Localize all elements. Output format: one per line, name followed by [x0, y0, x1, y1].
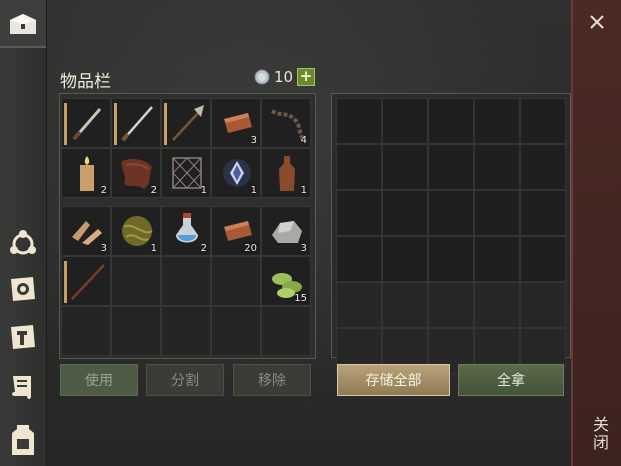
inventory-slot-empty[interactable] [111, 256, 161, 306]
hammer-map-icon [11, 325, 35, 349]
silver-coin-icon [254, 69, 270, 85]
item-count: 1 [300, 185, 307, 196]
inventory-slot[interactable] [61, 98, 111, 148]
use-button[interactable]: 使用 [60, 364, 138, 396]
item-count: 1 [200, 185, 207, 196]
tab-chest[interactable] [0, 0, 46, 48]
item-count: 2 [150, 185, 157, 196]
storage-slot[interactable] [474, 282, 520, 328]
storage-slot[interactable] [428, 98, 474, 144]
close-panel[interactable]: 关闭 [571, 0, 621, 466]
storage-slot[interactable] [520, 282, 566, 328]
tab-crafting[interactable] [2, 222, 44, 264]
item-count: 1 [150, 243, 157, 254]
inventory-slot[interactable]: 4 [261, 98, 311, 148]
storage-slot[interactable] [382, 98, 428, 144]
inventory-slot-empty[interactable] [211, 306, 261, 356]
inventory-slot-empty[interactable] [261, 306, 311, 356]
storage-slot[interactable] [428, 282, 474, 328]
item-count: 1 [250, 185, 257, 196]
item-count: 4 [300, 135, 307, 146]
item-count: 20 [244, 243, 257, 254]
long-sword-icon [121, 106, 153, 142]
inventory-slot[interactable]: 2 [111, 148, 161, 198]
inventory-title: 物品栏 [60, 72, 111, 92]
inventory-slot-empty[interactable] [61, 306, 111, 356]
item-count: 2 [200, 243, 207, 254]
side-tab-rail [0, 0, 47, 466]
staff-icon [71, 264, 105, 300]
durability-bar [64, 103, 67, 145]
tab-backpack[interactable] [2, 418, 44, 460]
storage-slot[interactable] [474, 98, 520, 144]
inventory-slot[interactable]: 1 [161, 148, 211, 198]
inventory-slot-empty[interactable] [211, 256, 261, 306]
backpack-icon [12, 425, 34, 455]
storage-slot[interactable] [336, 236, 382, 282]
inventory-grid: 3 4 2 2 1 1 1 3 1 2 20 3 15 [59, 93, 316, 359]
storage-slot[interactable] [428, 144, 474, 190]
storage-slot[interactable] [520, 190, 566, 236]
store-all-button[interactable]: 存储全部 [337, 364, 450, 396]
storage-slot[interactable] [474, 236, 520, 282]
storage-slot[interactable] [520, 236, 566, 282]
inventory-slot[interactable]: 3 [261, 206, 311, 256]
storage-slot[interactable] [520, 144, 566, 190]
storage-slot[interactable] [474, 144, 520, 190]
inventory-slot-empty[interactable] [161, 306, 211, 356]
inventory-slot[interactable]: 3 [211, 98, 261, 148]
storage-slot[interactable] [474, 190, 520, 236]
inventory-slot[interactable]: 15 [261, 256, 311, 306]
item-count: 3 [100, 243, 107, 254]
tab-sun-scroll[interactable] [2, 268, 44, 310]
tab-hammer-map[interactable] [2, 316, 44, 358]
storage-slot[interactable] [382, 236, 428, 282]
inventory-slot[interactable] [61, 256, 111, 306]
storage-slot[interactable] [382, 282, 428, 328]
inventory-slot[interactable]: 1 [211, 148, 261, 198]
storage-slot[interactable] [520, 98, 566, 144]
inventory-slot[interactable]: 20 [211, 206, 261, 256]
split-button[interactable]: 分割 [146, 364, 224, 396]
inventory-slot[interactable]: 2 [161, 206, 211, 256]
remove-button[interactable]: 移除 [233, 364, 311, 396]
currency-display: 10 + [254, 67, 316, 87]
add-currency-button[interactable]: + [297, 68, 316, 86]
storage-slot[interactable] [336, 190, 382, 236]
storage-grid [331, 93, 571, 374]
inventory-slot[interactable]: 2 [61, 148, 111, 198]
crafting-wheel-icon [10, 230, 36, 255]
inventory-slot[interactable] [111, 98, 161, 148]
inventory-slot-empty[interactable] [161, 256, 211, 306]
durability-bar [64, 261, 67, 303]
inventory-slot[interactable]: 3 [61, 206, 111, 256]
sword-icon [72, 108, 102, 141]
storage-slot[interactable] [382, 144, 428, 190]
sun-scroll-icon [11, 277, 35, 301]
storage-slot[interactable] [428, 236, 474, 282]
item-count: 15 [294, 293, 307, 304]
inventory-slot-empty[interactable] [111, 306, 161, 356]
tab-scroll[interactable] [2, 366, 44, 408]
storage-slot[interactable] [336, 282, 382, 328]
storage-slot[interactable] [336, 98, 382, 144]
inventory-slot[interactable]: 1 [261, 148, 311, 198]
chest-icon [10, 14, 36, 34]
inventory-slot[interactable]: 1 [111, 206, 161, 256]
storage-slot[interactable] [382, 190, 428, 236]
close-label[interactable]: 关闭 [585, 416, 611, 452]
durability-bar [114, 103, 117, 145]
halberd-icon [172, 105, 204, 141]
inventory-slot[interactable] [161, 98, 211, 148]
item-count: 2 [100, 185, 107, 196]
item-count: 3 [300, 243, 307, 254]
storage-slot[interactable] [428, 190, 474, 236]
item-count: 3 [250, 135, 257, 146]
storage-slot[interactable] [336, 144, 382, 190]
close-icon[interactable] [585, 10, 609, 34]
durability-bar [164, 103, 167, 145]
currency-value: 10 [274, 68, 294, 86]
take-all-button[interactable]: 全拿 [458, 364, 564, 396]
scroll-icon [12, 376, 31, 399]
